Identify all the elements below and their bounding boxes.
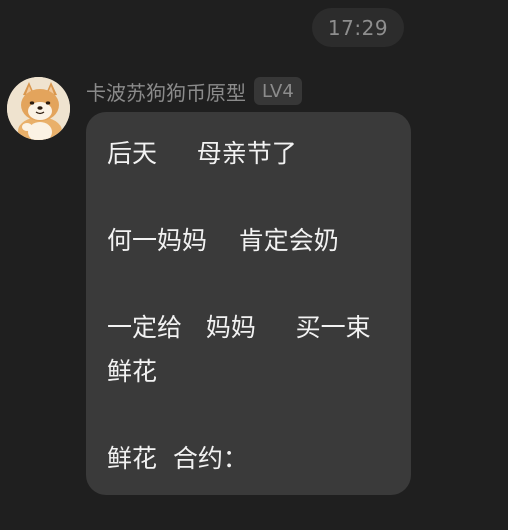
message-line: [107, 263, 391, 307]
level-badge: LV4: [254, 77, 302, 105]
message-line: 鲜花 合约：: [107, 443, 248, 473]
sender-header: 卡波苏狗狗币原型 LV4: [86, 76, 302, 106]
message-line: 鲜花: [107, 356, 158, 386]
timestamp-pill: 17:29: [312, 8, 404, 47]
message-line: 何一妈妈 肯定会奶: [107, 226, 339, 255]
message-line: [107, 393, 391, 437]
message-line: 后天 母亲节了: [107, 139, 297, 168]
message-line: 一定给 妈妈 买一束: [107, 313, 371, 342]
sender-name[interactable]: 卡波苏狗狗币原型: [86, 77, 246, 106]
avatar[interactable]: [7, 77, 70, 140]
timestamp-text: 17:29: [327, 15, 389, 40]
message-line: [107, 176, 391, 220]
message-bubble[interactable]: 后天 母亲节了 何一妈妈 肯定会奶 一定给 妈妈 买一束 鲜花 鲜花 合约：: [86, 112, 411, 495]
shiba-inu-avatar-icon: [7, 77, 70, 140]
